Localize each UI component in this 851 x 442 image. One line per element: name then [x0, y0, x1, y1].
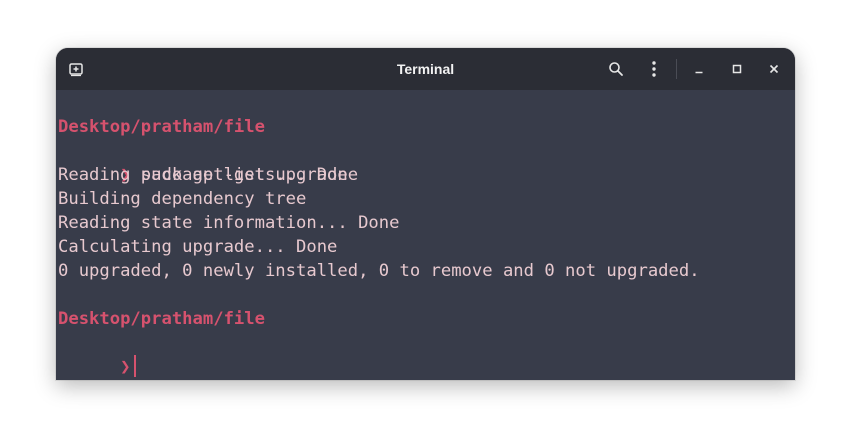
terminal-output[interactable]: Desktop/pratham/file ❯ sudo apt-get upgr…	[56, 90, 795, 380]
output-line: Reading package lists... Done	[58, 165, 359, 185]
output-line: Reading state information... Done	[58, 213, 400, 233]
menu-button[interactable]	[638, 48, 670, 90]
new-tab-button[interactable]	[60, 48, 92, 90]
new-tab-icon	[68, 61, 84, 77]
minimize-button[interactable]	[683, 48, 715, 90]
title-bar[interactable]: Terminal	[56, 48, 795, 90]
close-icon	[769, 64, 779, 74]
prompt-path: Desktop/pratham/file	[58, 117, 265, 137]
maximize-button[interactable]	[721, 48, 753, 90]
minimize-icon	[694, 64, 704, 74]
titlebar-separator	[676, 59, 677, 79]
close-button[interactable]	[758, 48, 790, 90]
terminal-window: Terminal Desktop/pratham/file ❯ sudo apt…	[56, 48, 795, 380]
output-line: Building dependency tree	[58, 189, 307, 209]
search-icon	[608, 61, 624, 77]
command-line: ❯ sudo apt-get upgrade	[58, 139, 348, 185]
text-cursor	[134, 355, 136, 377]
kebab-menu-icon	[651, 60, 657, 78]
input-line[interactable]: ❯	[58, 331, 136, 377]
prompt-symbol: ❯	[120, 357, 131, 377]
prompt-path: Desktop/pratham/file	[58, 309, 265, 329]
search-button[interactable]	[600, 48, 632, 90]
output-line: Calculating upgrade... Done	[58, 237, 338, 257]
maximize-icon	[732, 64, 742, 74]
output-line: 0 upgraded, 0 newly installed, 0 to remo…	[58, 261, 700, 281]
